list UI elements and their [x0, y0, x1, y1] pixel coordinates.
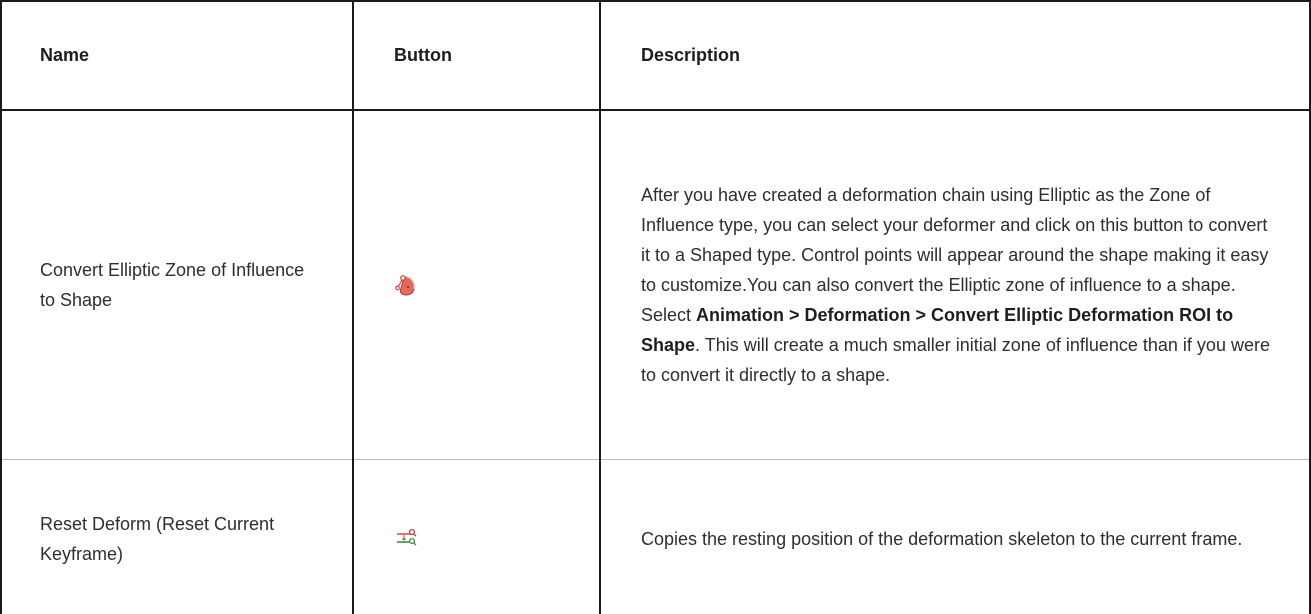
- description-text-part2: . This will create a much smaller initia…: [641, 335, 1270, 385]
- table-header-row: Name Button Description: [1, 1, 1310, 110]
- row-description: After you have created a deformation cha…: [600, 110, 1310, 460]
- header-description: Description: [600, 1, 1310, 110]
- reset-deform-icon: [394, 525, 420, 551]
- convert-elliptic-zone-to-shape-icon: [394, 273, 420, 299]
- header-name: Name: [1, 1, 353, 110]
- row-description: Copies the resting position of the defor…: [600, 460, 1310, 614]
- row-name: Reset Deform (Reset Current Keyframe): [1, 460, 353, 614]
- row-button-cell: [353, 110, 600, 460]
- table-row: Reset Deform (Reset Current Keyframe): [1, 460, 1310, 614]
- row-button-cell: [353, 460, 600, 614]
- description-text-part1: After you have created a deformation cha…: [641, 185, 1268, 325]
- deformation-tools-table: Name Button Description Convert Elliptic…: [0, 0, 1311, 614]
- description-text: After you have created a deformation cha…: [641, 185, 1270, 385]
- header-button: Button: [353, 1, 600, 110]
- table-row: Convert Elliptic Zone of Influence to Sh…: [1, 110, 1310, 460]
- row-name: Convert Elliptic Zone of Influence to Sh…: [1, 110, 353, 460]
